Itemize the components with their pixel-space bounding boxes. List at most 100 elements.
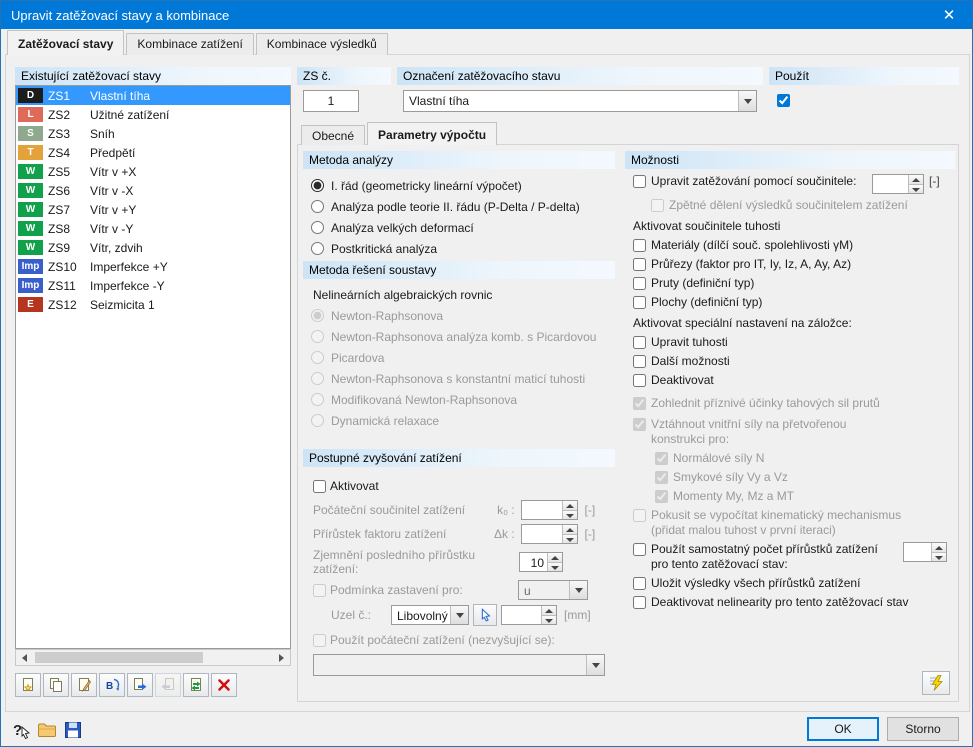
hscroll-track[interactable] (33, 650, 273, 665)
close-button[interactable]: ✕ (926, 1, 972, 29)
load-case-row[interactable]: E ZS12 Seizmicita 1 (16, 295, 290, 314)
modify-loading-stepper[interactable] (872, 174, 924, 194)
initial-load-combo (313, 654, 605, 676)
modify-loading-value[interactable] (873, 175, 908, 193)
modify-stiffness-checkbox[interactable] (633, 336, 646, 349)
help-button[interactable]: ? (9, 718, 33, 741)
cancel-button[interactable]: Storno (887, 717, 959, 741)
load-case-row[interactable]: W ZS7 Vítr v +Y (16, 200, 290, 219)
sync-load-cases-button[interactable] (183, 673, 209, 697)
load-case-list[interactable]: D ZS1 Vlastní tíha L ZS2 Užitné zatížení S ZS3 S… (15, 85, 291, 649)
load-case-row[interactable]: W ZS6 Vítr v -X (16, 181, 290, 200)
surfaces-checkbox[interactable] (633, 296, 646, 309)
load-case-row[interactable]: D ZS1 Vlastní tíha (16, 86, 290, 105)
analysis-method-option[interactable]: Analýza velkých deformací (311, 217, 609, 238)
incremental-loading-group: Postupné zvyšování zatížení Aktivovat Po… (303, 449, 615, 699)
initial-load-label: Použít počáteční zatížení (nezvyšující s… (330, 633, 555, 647)
increment-unit: [-] (584, 527, 596, 541)
tab-obecne[interactable]: Obecné (301, 125, 366, 145)
separate-increments-checkbox[interactable] (633, 543, 646, 556)
node-value-stepper[interactable] (501, 605, 557, 625)
separate-increments-value[interactable] (904, 543, 931, 561)
stepper-down-icon[interactable] (909, 183, 923, 193)
solver-method-option-label: Newton-Raphsonova s konstantní maticí tu… (331, 371, 586, 386)
stepper-up-icon[interactable] (932, 543, 946, 552)
increment-stepper (520, 524, 578, 544)
analysis-method-option-label: Analýza podle teorie II. řádu (P-Delta /… (331, 199, 580, 214)
designation-combo[interactable]: Vlastní tíha (403, 90, 757, 112)
materials-checkbox[interactable] (633, 239, 646, 252)
chevron-down-icon[interactable] (450, 606, 468, 624)
load-case-row[interactable]: L ZS2 Užitné zatížení (16, 105, 290, 124)
analysis-method-radio[interactable] (311, 242, 324, 255)
export-load-case-button[interactable] (127, 673, 153, 697)
node-combo[interactable]: Libovolný (391, 605, 469, 625)
refinement-stepper[interactable]: 10 (519, 552, 563, 572)
stop-condition-value: u (524, 584, 531, 598)
analysis-method-radio[interactable] (311, 221, 324, 234)
sections-checkbox[interactable] (633, 258, 646, 271)
load-case-row[interactable]: W ZS9 Vítr, zdvih (16, 238, 290, 257)
load-case-row[interactable]: S ZS3 Sníh (16, 124, 290, 143)
stop-condition-checkbox (313, 584, 326, 597)
load-case-row[interactable]: W ZS5 Vítr v +X (16, 162, 290, 181)
stepper-down-icon[interactable] (542, 614, 556, 624)
deactivate-nonlinearities-checkbox[interactable] (633, 596, 646, 609)
stepper-up-icon[interactable] (542, 606, 556, 615)
stepper-up-icon[interactable] (548, 553, 562, 562)
refinement-value[interactable]: 10 (520, 553, 547, 571)
save-button[interactable] (61, 718, 85, 741)
renumber-load-cases-button[interactable]: B (99, 673, 125, 697)
node-combo-value: Libovolný (397, 609, 448, 623)
solver-method-option: Newton-Raphsonova s konstantní maticí tu… (311, 368, 609, 389)
load-case-row[interactable]: T ZS4 Předpětí (16, 143, 290, 162)
hscroll-thumb[interactable] (35, 652, 203, 663)
save-disk-icon (65, 721, 81, 738)
deactivate-checkbox[interactable] (633, 374, 646, 387)
hscroll-right-icon[interactable] (273, 650, 290, 665)
use-checkbox[interactable] (777, 94, 790, 107)
zs-number-field[interactable]: 1 (303, 90, 359, 112)
tab-kombinace-vysledku[interactable]: Kombinace výsledků (255, 33, 388, 55)
edit-load-case-button[interactable] (71, 673, 97, 697)
stepper-down-icon[interactable] (932, 551, 946, 561)
divide-results-checkbox (651, 199, 664, 212)
node-field-value[interactable] (502, 606, 541, 624)
stepper-up-icon (562, 525, 577, 534)
load-case-row[interactable]: Imp ZS10 Imperfekce +Y (16, 257, 290, 276)
titlebar[interactable]: Upravit zatěžovací stavy a kombinace ✕ (1, 1, 972, 29)
load-case-type-badge: Imp (18, 278, 43, 293)
open-button[interactable] (35, 718, 59, 741)
save-results-checkbox[interactable] (633, 577, 646, 590)
analysis-method-option[interactable]: I. řád (geometricky lineární výpočet) (311, 175, 609, 196)
extra-options-checkbox[interactable] (633, 355, 646, 368)
new-load-case-button[interactable] (15, 673, 41, 697)
members-checkbox[interactable] (633, 277, 646, 290)
stepper-up-icon[interactable] (909, 175, 923, 184)
solver-method-option-label: Modifikovaná Newton-Raphsonova (331, 392, 518, 407)
tab-parametry-vypoctu[interactable]: Parametry výpočtu (367, 122, 498, 145)
copy-load-case-button[interactable] (43, 673, 69, 697)
ok-button[interactable]: OK (807, 717, 879, 741)
modify-loading-checkbox[interactable] (633, 175, 646, 188)
surfaces-label: Plochy (definiční typ) (651, 295, 763, 309)
calculation-parameters-button[interactable] (922, 671, 950, 695)
chevron-down-icon[interactable] (738, 91, 756, 111)
load-case-type-badge: Imp (18, 259, 43, 274)
analysis-method-option[interactable]: Postkritická analýza (311, 238, 609, 259)
stepper-down-icon[interactable] (548, 561, 562, 571)
node-pick-button[interactable] (473, 604, 497, 626)
load-case-row[interactable]: W ZS8 Vítr v -Y (16, 219, 290, 238)
delete-load-case-button[interactable] (211, 673, 237, 697)
hscroll-left-icon[interactable] (16, 650, 33, 665)
load-case-list-hscrollbar[interactable] (15, 649, 291, 666)
separate-increments-stepper[interactable] (903, 542, 947, 562)
kinematic-checkbox (633, 509, 646, 522)
tab-kombinace-zatizeni[interactable]: Kombinace zatížení (126, 33, 254, 55)
analysis-method-option[interactable]: Analýza podle teorie II. řádu (P-Delta /… (311, 196, 609, 217)
load-case-row[interactable]: Imp ZS11 Imperfekce -Y (16, 276, 290, 295)
analysis-method-radio[interactable] (311, 200, 324, 213)
activate-checkbox[interactable] (313, 480, 326, 493)
analysis-method-radio[interactable] (311, 179, 324, 192)
tab-zatezovaci-stavy[interactable]: Zatěžovací stavy (7, 30, 125, 55)
